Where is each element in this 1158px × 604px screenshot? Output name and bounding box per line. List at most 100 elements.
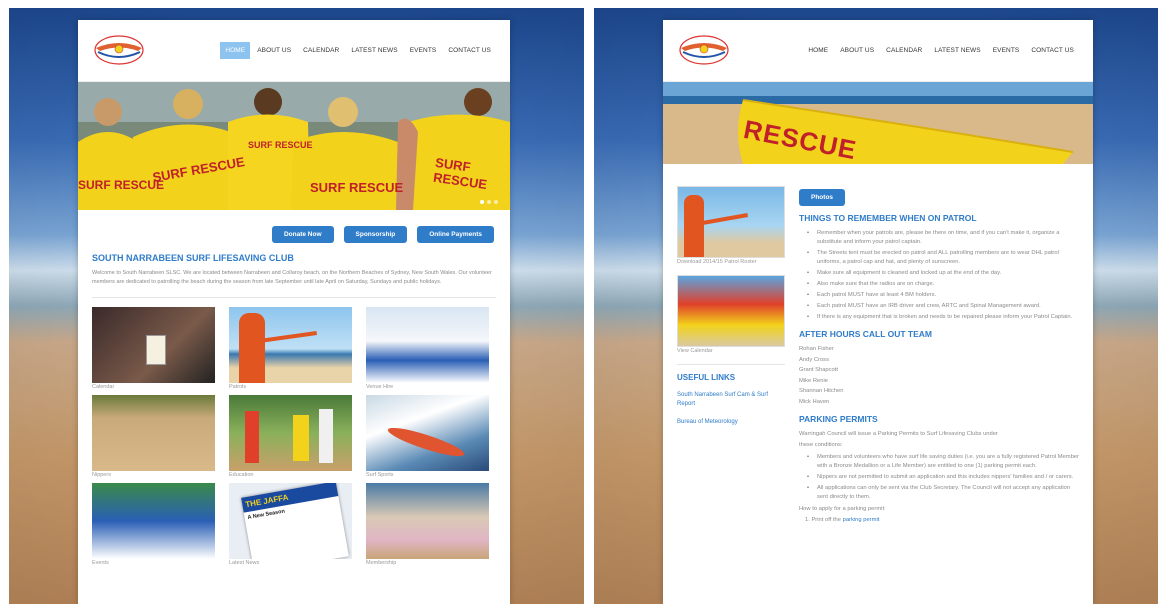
hero-slider[interactable]: SURF RESCUE SURF RESCUE SURF RESCUE SURF… bbox=[78, 82, 510, 210]
nav-contact-us[interactable]: CONTACT US bbox=[443, 42, 496, 59]
team-member: Mick Haven bbox=[799, 398, 830, 405]
tile-patrols[interactable]: Patrols bbox=[229, 307, 352, 392]
team-member: Rohan Fisher bbox=[799, 346, 834, 352]
club-logo[interactable] bbox=[92, 32, 146, 68]
patrol-page: HOME ABOUT US CALENDAR LATEST NEWS EVENT… bbox=[663, 20, 1093, 604]
parking-permit-link[interactable]: parking permit bbox=[843, 517, 880, 523]
main-content: Photos THINGS TO REMEMBER WHEN ON PATROL… bbox=[799, 186, 1079, 525]
view-calendar-link[interactable]: View Calendar bbox=[677, 348, 785, 354]
nav-latest-news[interactable]: LATEST NEWS bbox=[346, 42, 402, 59]
list-item: If there is any equipment that is broken… bbox=[799, 313, 1079, 322]
nav-latest-news[interactable]: LATEST NEWS bbox=[929, 42, 985, 59]
tile-nippers[interactable]: Nippers bbox=[92, 395, 215, 480]
team-member: Mike Renie bbox=[799, 377, 828, 384]
permits-intro: Warringah Council will issue a Parking P… bbox=[799, 431, 998, 448]
after-hours-list: Rohan Fisher Andy Cross Grant Shapcott M… bbox=[799, 344, 1079, 407]
club-title: SOUTH NARRABEEN SURF LIFESAVING CLUB bbox=[92, 253, 294, 263]
list-item: Each patrol MUST have an IRB driver and … bbox=[799, 302, 1079, 311]
venue-hire-photo bbox=[366, 307, 489, 383]
patrols-photo bbox=[229, 307, 352, 383]
remember-list: Remember when your patrols are, please b… bbox=[799, 229, 1079, 322]
slider-dots[interactable] bbox=[480, 200, 498, 204]
hero-shirt-text-3: SURF RESCUE bbox=[248, 140, 313, 150]
tile-caption: Surf Sports bbox=[366, 472, 394, 478]
team-member: Grant Shapcott bbox=[799, 367, 838, 373]
step-1: 1. Print off the parking permit bbox=[799, 515, 1079, 526]
parking-permits-heading: PARKING PERMITS bbox=[799, 414, 878, 424]
tile-surf-sports[interactable]: Surf Sports bbox=[366, 395, 489, 480]
hero-shirt-text-4: SURF RESCUE bbox=[310, 180, 404, 195]
section-tiles: Calendar Patrols Venue Hire Nippers Educ… bbox=[92, 307, 510, 568]
nav-home[interactable]: HOME bbox=[220, 42, 251, 59]
bureau-of-meteorology-link[interactable]: Bureau of Meteorology bbox=[677, 418, 777, 427]
tile-caption: Nippers bbox=[92, 472, 111, 478]
tile-education[interactable]: Education bbox=[229, 395, 352, 480]
permit-conditions-list: Members and volunteers who have surf lif… bbox=[799, 453, 1079, 502]
main-nav: HOME ABOUT US CALENDAR LATEST NEWS EVENT… bbox=[803, 42, 1079, 59]
list-item: Each patrol MUST have at least 4 BM hold… bbox=[799, 291, 1079, 300]
main-nav: HOME ABOUT US CALENDAR LATEST NEWS EVENT… bbox=[220, 42, 496, 59]
nav-contact-us[interactable]: CONTACT US bbox=[1026, 42, 1079, 59]
banner-image bbox=[663, 82, 1093, 164]
home-page: HOME ABOUT US CALENDAR LATEST NEWS EVENT… bbox=[78, 20, 510, 604]
nav-events[interactable]: EVENTS bbox=[988, 42, 1025, 59]
patrol-roster-photo[interactable] bbox=[677, 186, 785, 258]
nav-home[interactable]: HOME bbox=[803, 42, 833, 59]
tile-calendar[interactable]: Calendar bbox=[92, 307, 215, 392]
tile-caption: Patrols bbox=[229, 384, 247, 390]
team-member: Andy Cross bbox=[799, 356, 829, 363]
nav-calendar[interactable]: CALENDAR bbox=[881, 42, 927, 59]
patrol-roster-link[interactable]: Download 2014/15 Patrol Roster bbox=[677, 259, 785, 265]
membership-photo bbox=[366, 483, 489, 559]
action-buttons: Donate Now Sponsorship Online Payments bbox=[78, 210, 510, 243]
list-item: Remember when your patrols are, please b… bbox=[799, 229, 1079, 247]
club-logo[interactable] bbox=[677, 32, 731, 68]
nav-calendar[interactable]: CALENDAR bbox=[298, 42, 344, 59]
step-1-text: 1. Print off the bbox=[805, 516, 843, 523]
tile-events[interactable]: Events bbox=[92, 483, 215, 568]
latest-news-photo: THE JAFFA A New Season bbox=[229, 483, 352, 559]
tile-latest-news[interactable]: THE JAFFA A New Season Latest News bbox=[229, 483, 352, 568]
page-banner: RESCUE bbox=[663, 82, 1093, 164]
useful-links-heading: USEFUL LINKS bbox=[677, 364, 785, 382]
nippers-photo bbox=[92, 395, 215, 471]
list-item: Members and volunteers who have surf lif… bbox=[799, 453, 1079, 471]
home-screenshot-panel: HOME ABOUT US CALENDAR LATEST NEWS EVENT… bbox=[9, 8, 584, 604]
surf-cam-link[interactable]: South Narrabeen Surf Cam & Surf Report bbox=[677, 391, 777, 409]
sponsorship-button[interactable]: Sponsorship bbox=[343, 226, 408, 243]
online-payments-button[interactable]: Online Payments bbox=[417, 226, 494, 243]
club-intro: Welcome to South Narrabeen SLSC. We are … bbox=[92, 270, 492, 285]
nav-about-us[interactable]: ABOUT US bbox=[252, 42, 296, 59]
tile-caption: Latest News bbox=[229, 560, 260, 566]
site-header: HOME ABOUT US CALENDAR LATEST NEWS EVENT… bbox=[78, 20, 510, 82]
photos-button[interactable]: Photos bbox=[799, 189, 846, 206]
list-item: The Streets tent must be erected on patr… bbox=[799, 249, 1079, 267]
divider bbox=[92, 297, 496, 298]
tile-caption: Events bbox=[92, 560, 109, 566]
hero-shirt-text-1: SURF RESCUE bbox=[78, 178, 165, 192]
tile-caption: Education bbox=[229, 472, 254, 478]
tile-caption: Calendar bbox=[92, 384, 115, 390]
education-photo bbox=[229, 395, 352, 471]
calendar-photo bbox=[92, 307, 215, 383]
events-photo bbox=[92, 483, 215, 559]
tile-membership[interactable]: Membership bbox=[366, 483, 489, 568]
list-item: All applications can only be sent via th… bbox=[799, 484, 1079, 502]
tile-caption: Venue Hire bbox=[366, 384, 394, 390]
site-header: HOME ABOUT US CALENDAR LATEST NEWS EVENT… bbox=[663, 20, 1093, 82]
list-item: Also make sure that the radios are on ch… bbox=[799, 280, 1079, 289]
content-area: Download 2014/15 Patrol Roster View Cale… bbox=[663, 164, 1093, 525]
remember-heading: THINGS TO REMEMBER WHEN ON PATROL bbox=[799, 213, 977, 223]
tile-venue-hire[interactable]: Venue Hire bbox=[366, 307, 489, 392]
tile-caption: Membership bbox=[366, 560, 397, 566]
donate-now-button[interactable]: Donate Now bbox=[271, 226, 334, 243]
nav-about-us[interactable]: ABOUT US bbox=[835, 42, 879, 59]
sidebar: Download 2014/15 Patrol Roster View Cale… bbox=[677, 186, 785, 525]
team-member: Shannan Hitchen bbox=[799, 388, 844, 394]
after-hours-heading: AFTER HOURS CALL OUT TEAM bbox=[799, 329, 933, 339]
view-calendar-photo[interactable] bbox=[677, 275, 785, 347]
surf-sports-photo bbox=[366, 395, 489, 471]
patrol-screenshot-panel: HOME ABOUT US CALENDAR LATEST NEWS EVENT… bbox=[594, 8, 1158, 604]
nav-events[interactable]: EVENTS bbox=[405, 42, 442, 59]
list-item: Make sure all equipment is cleaned and l… bbox=[799, 269, 1079, 278]
